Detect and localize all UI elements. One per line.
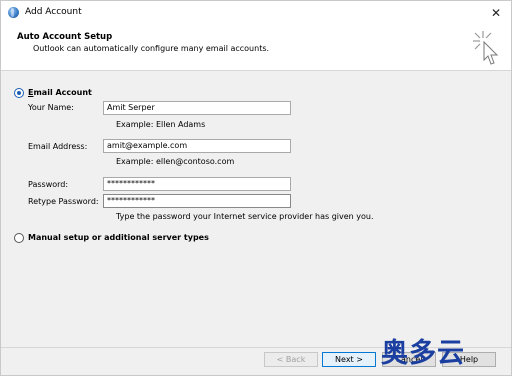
close-button[interactable]: ✕ <box>481 1 511 25</box>
your-name-label: Your Name: <box>28 103 74 112</box>
manual-setup-radio[interactable] <box>14 233 24 243</box>
manual-setup-label[interactable]: Manual setup or additional server types <box>28 233 209 242</box>
your-name-input[interactable]: Amit Serper <box>103 101 291 115</box>
email-address-input[interactable]: amit@example.com <box>103 139 291 153</box>
password-hint: Type the password your Internet service … <box>116 212 374 221</box>
email-address-hint: Example: ellen@contoso.com <box>116 157 235 166</box>
header-subtitle: Outlook can automatically configure many… <box>33 44 270 53</box>
outlook-app-icon <box>8 7 19 18</box>
email-account-label[interactable]: Email Account <box>28 88 92 97</box>
password-input[interactable]: ************ <box>103 177 291 191</box>
window-title: Add Account <box>25 7 82 17</box>
retype-password-input[interactable]: ************ <box>103 194 291 208</box>
email-account-radio[interactable] <box>14 88 24 98</box>
next-button[interactable]: Next > <box>322 352 376 367</box>
watermark-logo: 奥多云 <box>381 338 465 369</box>
setup-header: Auto Account Setup Outlook can automatic… <box>1 25 511 71</box>
password-label: Password: <box>28 180 69 189</box>
cursor-click-icon <box>473 31 499 65</box>
title-bar: Add Account ✕ <box>1 1 511 25</box>
back-button[interactable]: < Back <box>264 352 318 367</box>
header-title: Auto Account Setup <box>17 32 113 42</box>
retype-password-label: Retype Password: <box>28 197 99 206</box>
email-address-label: Email Address: <box>28 142 88 151</box>
your-name-hint: Example: Ellen Adams <box>116 120 206 129</box>
add-account-dialog: Add Account ✕ Auto Account Setup Outlook… <box>0 0 512 376</box>
